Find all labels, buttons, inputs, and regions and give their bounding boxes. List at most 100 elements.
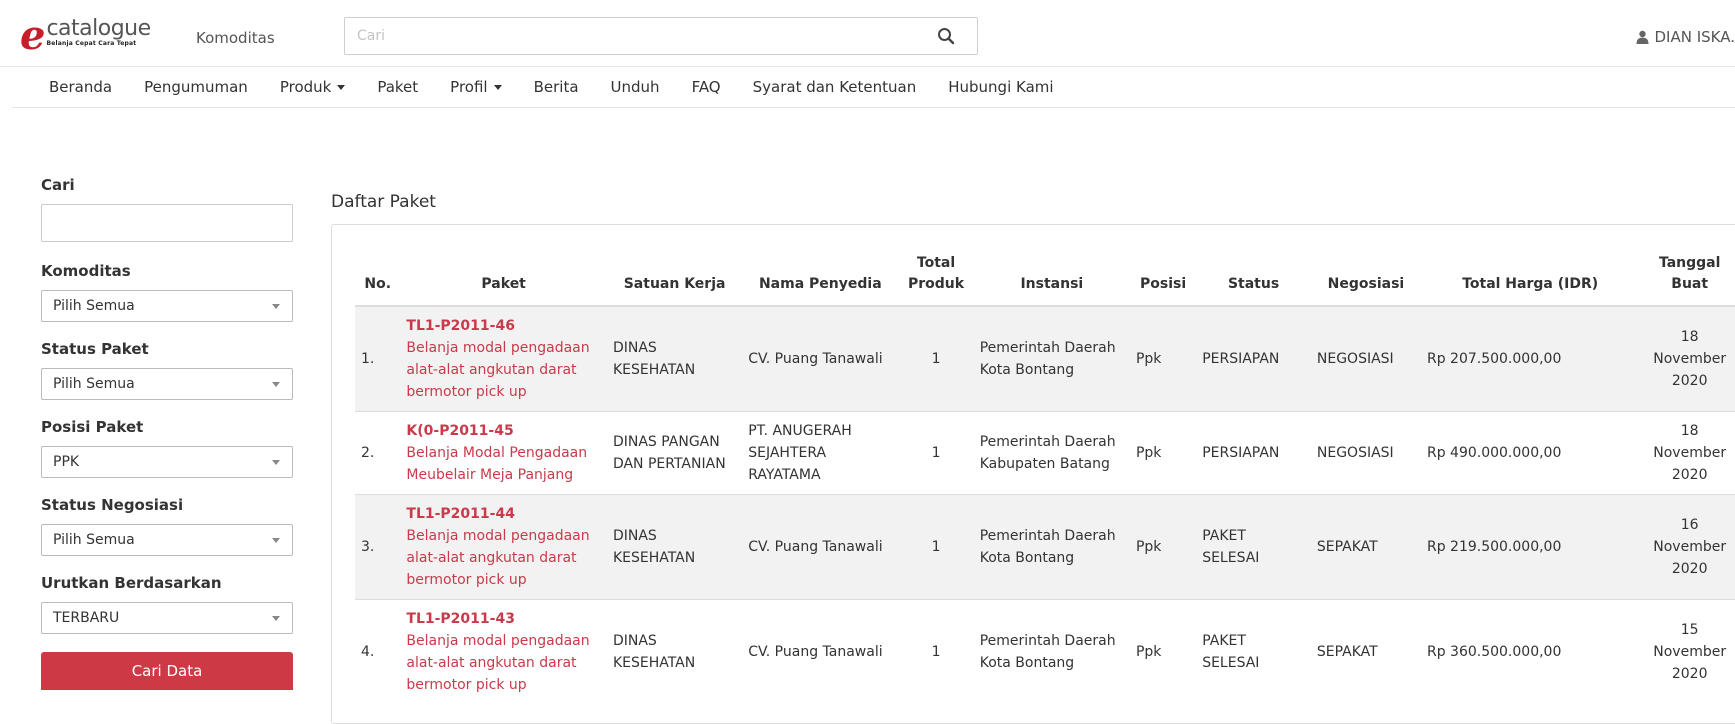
cell-instansi: Pemerintah Daerah Kota Bontang: [973, 599, 1130, 704]
cell-no: 2.: [355, 411, 401, 495]
cari-input[interactable]: [41, 204, 293, 242]
cell-satker: DINAS KESEHATAN: [606, 305, 743, 412]
chevron-down-icon: [272, 460, 280, 465]
paket-name-link[interactable]: Belanja modal pengadaan alat-alat angkut…: [406, 525, 601, 591]
cell-instansi: Pemerintah Daerah Kabupaten Batang: [973, 411, 1130, 495]
table-row: 2. K(0-P2011-45 Belanja Modal Pengadaan …: [355, 411, 1735, 495]
cell-no: 4.: [355, 599, 401, 704]
paket-code-link[interactable]: TL1-P2011-46: [406, 315, 601, 337]
cell-total-harga: Rp 219.500.000,00: [1420, 494, 1640, 600]
posisi-paket-select[interactable]: PPK: [41, 446, 293, 478]
cell-negosiasi: SEPAKAT: [1310, 599, 1421, 704]
tgl-year: 2020: [1671, 467, 1708, 483]
nav-label: Pengumuman: [144, 78, 248, 96]
tgl-day: 16: [1680, 517, 1699, 533]
user-icon: [1636, 30, 1649, 44]
caret-down-icon: [493, 84, 502, 90]
ecatalogue-logo[interactable]: e catalogue Belanja Cepat Cara Tepat: [20, 12, 151, 59]
paket-name-link[interactable]: Belanja modal pengadaan alat-alat angkut…: [406, 630, 601, 696]
nav-label: Paket: [377, 78, 419, 96]
col-total-line1: Total: [916, 255, 956, 271]
tgl-month: November: [1653, 351, 1727, 367]
filter-sidebar: Cari Komoditas Pilih Semua Status Paket …: [41, 176, 295, 690]
cari-data-button[interactable]: Cari Data: [41, 652, 293, 690]
nav-label: FAQ: [691, 78, 721, 96]
col-posisi: Posisi: [1129, 253, 1197, 307]
paket-table: No. Paket Satuan Kerja Nama Penyedia Tot…: [355, 253, 1735, 704]
col-tanggal-buat: Tanggal Buat: [1639, 253, 1735, 307]
caret-down-icon: [337, 84, 346, 90]
nav-pengumuman[interactable]: Pengumuman: [128, 78, 264, 96]
search-input[interactable]: [345, 18, 949, 54]
nav-syarat[interactable]: Syarat dan Ketentuan: [737, 78, 933, 96]
main-nav: Beranda Pengumuman Produk Paket Profil B…: [12, 67, 1735, 108]
tgl-year: 2020: [1671, 666, 1708, 682]
cell-posisi: Ppk: [1129, 411, 1197, 495]
nav-label: Produk: [279, 78, 332, 96]
table-header-row: No. Paket Satuan Kerja Nama Penyedia Tot…: [355, 253, 1735, 307]
cell-satker: DINAS KESEHATAN: [606, 494, 743, 600]
logo-e-mark: e: [20, 12, 46, 59]
cell-paket[interactable]: TL1-P2011-46 Belanja modal pengadaan ala…: [400, 305, 607, 412]
paket-table-panel: No. Paket Satuan Kerja Nama Penyedia Tot…: [331, 224, 1735, 724]
status-negosiasi-select[interactable]: Pilih Semua: [41, 524, 293, 556]
page-title: Daftar Paket: [331, 192, 436, 212]
cell-paket[interactable]: TL1-P2011-43 Belanja modal pengadaan ala…: [400, 599, 607, 704]
cell-total-produk: 1: [898, 494, 974, 600]
paket-name-link[interactable]: Belanja modal pengadaan alat-alat angkut…: [406, 337, 601, 403]
cell-negosiasi: NEGOSIASI: [1310, 411, 1421, 495]
paket-code-link[interactable]: TL1-P2011-44: [406, 503, 601, 525]
paket-code-link[interactable]: TL1-P2011-43: [406, 608, 601, 630]
nav-beranda[interactable]: Beranda: [12, 78, 128, 96]
logo-word: catalogue: [46, 16, 151, 41]
nav-label: Berita: [533, 78, 579, 96]
komoditas-link[interactable]: Komoditas: [196, 29, 275, 47]
cell-total-harga: Rp 207.500.000,00: [1420, 305, 1640, 412]
cell-tanggal: 15 November 2020: [1639, 599, 1735, 704]
status-paket-select-value: Pilih Semua: [53, 376, 135, 392]
cell-total-produk: 1: [898, 305, 974, 412]
nav-berita[interactable]: Berita: [518, 78, 595, 96]
tgl-day: 18: [1680, 423, 1699, 439]
nav-paket[interactable]: Paket: [361, 78, 434, 96]
nav-faq[interactable]: FAQ: [676, 78, 737, 96]
chevron-down-icon: [272, 382, 280, 387]
nav-hubungi[interactable]: Hubungi Kami: [932, 78, 1069, 96]
col-status: Status: [1196, 253, 1311, 307]
tgl-month: November: [1653, 445, 1727, 461]
nav-produk[interactable]: Produk: [264, 78, 362, 96]
paket-name-link[interactable]: Belanja Modal Pengadaan Meubelair Meja P…: [406, 442, 601, 486]
col-tanggal-line1: Tanggal: [1658, 255, 1721, 271]
cell-negosiasi: NEGOSIASI: [1310, 305, 1421, 412]
col-tanggal-line2: Buat: [1671, 276, 1709, 292]
paket-code-link[interactable]: K(0-P2011-45: [406, 420, 601, 442]
urutkan-select[interactable]: TERBARU: [41, 602, 293, 634]
cell-penyedia: CV. Puang Tanawali: [742, 599, 899, 704]
cell-status: PERSIAPAN: [1196, 411, 1311, 495]
komoditas-select[interactable]: Pilih Semua: [41, 290, 293, 322]
cell-paket[interactable]: TL1-P2011-44 Belanja modal pengadaan ala…: [400, 494, 607, 600]
cell-tanggal: 18 November 2020: [1639, 305, 1735, 412]
nav-label: Profil: [450, 78, 488, 96]
cell-tanggal: 18 November 2020: [1639, 411, 1735, 495]
col-instansi: Instansi: [973, 253, 1130, 307]
tgl-month: November: [1653, 539, 1727, 555]
col-penyedia: Nama Penyedia: [742, 253, 899, 307]
cell-posisi: Ppk: [1129, 494, 1197, 600]
col-total-harga: Total Harga (IDR): [1420, 253, 1640, 307]
cell-paket[interactable]: K(0-P2011-45 Belanja Modal Pengadaan Meu…: [400, 411, 607, 495]
chevron-down-icon: [272, 304, 280, 309]
cell-no: 1.: [355, 305, 401, 412]
cell-instansi: Pemerintah Daerah Kota Bontang: [973, 305, 1130, 412]
komoditas-label: Komoditas: [41, 262, 131, 280]
logo-text: catalogue Belanja Cepat Cara Tepat: [46, 16, 151, 48]
search-icon[interactable]: [937, 27, 955, 45]
col-total-line2: Produk: [908, 276, 965, 292]
nav-profil[interactable]: Profil: [434, 78, 517, 96]
komoditas-select-value: Pilih Semua: [53, 298, 135, 314]
user-name: DIAN ISKA.: [1654, 28, 1735, 46]
user-menu[interactable]: DIAN ISKA.: [1636, 28, 1735, 46]
cell-instansi: Pemerintah Daerah Kota Bontang: [973, 494, 1130, 600]
nav-unduh[interactable]: Unduh: [595, 78, 676, 96]
status-paket-select[interactable]: Pilih Semua: [41, 368, 293, 400]
